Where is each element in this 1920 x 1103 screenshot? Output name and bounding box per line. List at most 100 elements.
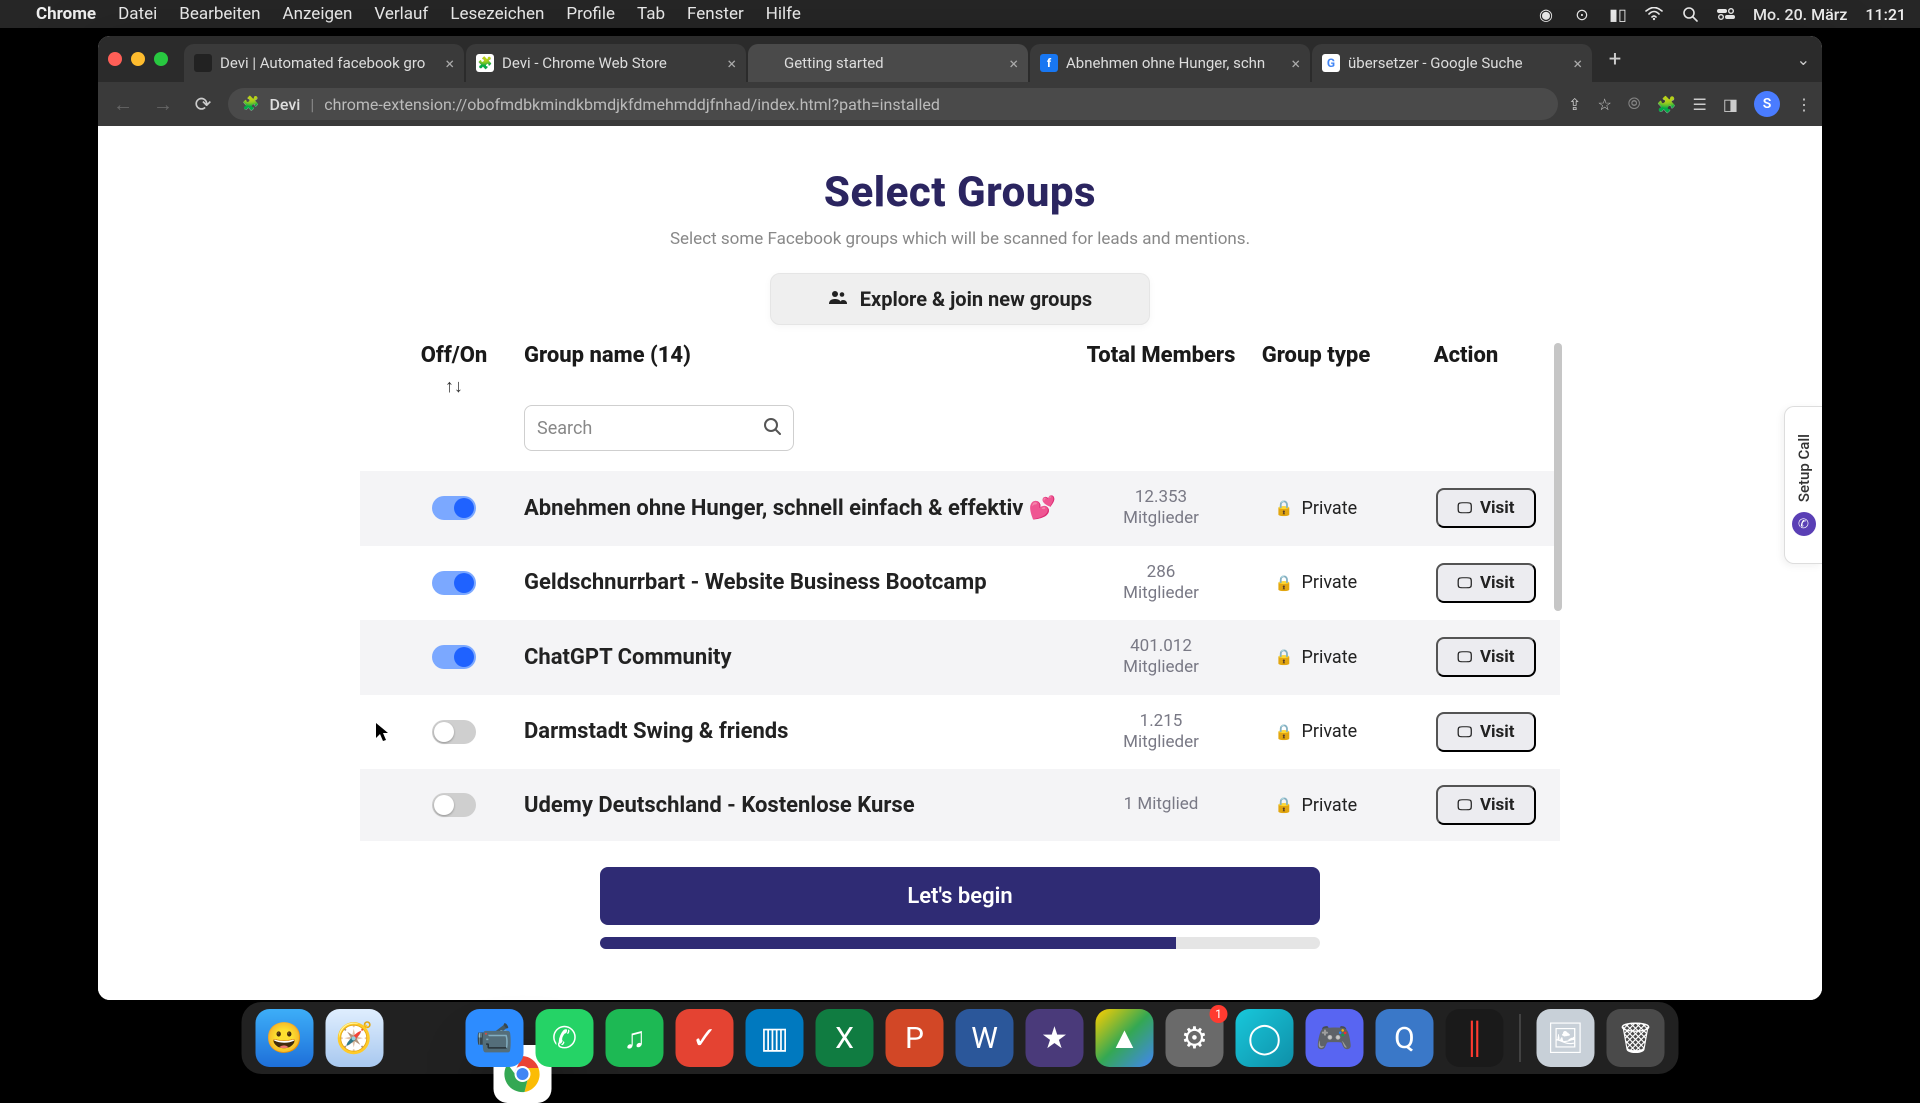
record-icon[interactable]: ◉ [1537,5,1555,23]
menu-item[interactable]: Hilfe [766,4,801,24]
tab-close-icon[interactable]: × [1291,54,1300,73]
dock-trash[interactable]: 🗑 [1607,1009,1665,1067]
dock-app-powerpoint[interactable]: P [886,1009,944,1067]
dock-separator [1520,1014,1521,1062]
toggle-switch[interactable] [432,793,476,817]
visit-button[interactable]: 🖵Visit [1436,563,1536,603]
group-type: 🔒Private [1236,498,1396,519]
vertical-scrollbar[interactable] [1554,343,1562,611]
visit-button[interactable]: 🖵Visit [1436,785,1536,825]
browser-tab[interactable]: Gübersetzer - Google Suche× [1312,44,1592,82]
control-center-icon[interactable] [1717,5,1735,23]
dock-app-siri[interactable]: ◯ [1236,1009,1294,1067]
setup-call-tab[interactable]: Setup Call ✆ [1784,406,1822,564]
dock-app-spotify[interactable]: ♫ [606,1009,664,1067]
menu-item[interactable]: Datei [118,4,157,24]
lock-icon: 🔒 [1275,574,1294,592]
dock-app-preview[interactable]: 🖼 [1537,1009,1595,1067]
members-count: 401.012Mitglieder [1086,636,1236,679]
minimize-window-button[interactable] [131,52,145,66]
chrome-menu-icon[interactable]: ⋮ [1796,95,1812,114]
explore-groups-button[interactable]: Explore & join new groups [770,273,1150,325]
menubar-date[interactable]: Mo. 20. März [1753,5,1847,24]
menubar-app-name[interactable]: Chrome [36,4,96,24]
search-input[interactable]: Search [524,405,794,451]
menu-item[interactable]: Lesezeichen [450,4,544,24]
menu-item[interactable]: Anzeigen [283,4,353,24]
tab-list-dropdown[interactable]: ⌄ [1797,50,1810,69]
sort-icon[interactable]: ↑↓ [384,376,524,397]
profile-avatar[interactable]: S [1754,91,1780,117]
search-icon[interactable] [763,416,781,440]
menu-item[interactable]: Verlauf [374,4,428,24]
close-window-button[interactable] [108,52,122,66]
lets-begin-button[interactable]: Let's begin [600,867,1320,925]
dock-app-settings[interactable]: ⚙1 [1166,1009,1224,1067]
monitor-icon: 🖵 [1457,574,1471,592]
dock-app-trello[interactable]: ▥ [746,1009,804,1067]
group-name: Udemy Deutschland - Kostenlose Kurse [524,793,1086,818]
dock-app-quicktime[interactable]: Q [1376,1009,1434,1067]
browser-tab-active[interactable]: Getting started× [748,44,1028,82]
menu-item[interactable]: Fenster [687,4,744,24]
dock-app-excel[interactable]: X [816,1009,874,1067]
tab-close-icon[interactable]: × [1009,54,1018,73]
table-row: ChatGPT Community 401.012Mitglieder 🔒Pri… [360,620,1560,695]
progress-bar [600,937,1320,949]
group-type: 🔒Private [1236,721,1396,742]
toggle-switch[interactable] [432,571,476,595]
menu-item[interactable]: Bearbeiten [179,4,260,24]
groups-table: Off/On ↑↓ Group name (14) Total Members … [360,343,1560,841]
dock-app-drive[interactable]: ▲ [1096,1009,1154,1067]
dock-app-zoom[interactable]: 📹 [466,1009,524,1067]
nav-forward-button[interactable]: → [148,89,178,119]
dock-app-todoist[interactable]: ✓ [676,1009,734,1067]
tab-close-icon[interactable]: × [445,54,454,73]
extensions-icon[interactable]: 🧩 [1657,95,1677,114]
group-name: Abnehmen ohne Hunger, schnell einfach & … [524,496,1086,521]
omnibox[interactable]: 🧩 Devi | chrome-extension://obofmdbkmind… [228,88,1558,120]
browser-tab[interactable]: f Abnehmen ohne Hunger, schn × [1030,44,1310,82]
bookmark-star-icon[interactable]: ☆ [1597,95,1611,114]
visit-button[interactable]: 🖵Visit [1436,488,1536,528]
maximize-window-button[interactable] [154,52,168,66]
tab-title: Abnehmen ohne Hunger, schn [1066,54,1285,72]
browser-tab[interactable]: Devi | Automated facebook gro× [184,44,464,82]
toggle-switch[interactable] [432,720,476,744]
menu-item[interactable]: Tab [637,4,665,24]
dock-app-whatsapp[interactable]: ✆ [536,1009,594,1067]
spotlight-icon[interactable] [1681,5,1699,23]
dock-app-safari[interactable]: 🧭 [326,1009,384,1067]
dock-app-finder[interactable]: 😀 [256,1009,314,1067]
dock-app-discord[interactable]: 🎮 [1306,1009,1364,1067]
tab-close-icon[interactable]: × [1573,54,1582,73]
phone-icon: ✆ [1792,512,1816,536]
extension-icon: 🧩 [242,96,259,112]
favicon-icon: f [1040,54,1058,72]
users-icon [828,289,848,310]
menu-item[interactable]: Profile [566,4,615,24]
visit-button[interactable]: 🖵Visit [1436,712,1536,752]
col-type: Group type [1236,343,1396,368]
browser-tab[interactable]: 🧩Devi - Chrome Web Store× [466,44,746,82]
reading-list-icon[interactable]: ☰ [1693,95,1707,114]
reload-button[interactable]: ⟳ [188,89,218,119]
playback-icon[interactable]: ⊙ [1573,5,1591,23]
macos-menubar: Chrome Datei Bearbeiten Anzeigen Verlauf… [0,0,1920,28]
menubar-time[interactable]: 11:21 [1865,5,1906,24]
tab-close-icon[interactable]: × [727,54,736,73]
dock-app-imovie[interactable]: ★ [1026,1009,1084,1067]
toggle-switch[interactable] [432,645,476,669]
translate-icon[interactable]: ⦾ [1628,94,1641,114]
visit-button[interactable]: 🖵Visit [1436,637,1536,677]
battery-icon[interactable]: ▮▯ [1609,5,1627,23]
dock-app-word[interactable]: W [956,1009,1014,1067]
wifi-icon[interactable] [1645,5,1663,23]
share-icon[interactable]: ⇪ [1568,95,1581,114]
side-panel-icon[interactable]: ◨ [1723,95,1738,114]
toggle-switch[interactable] [432,496,476,520]
dock-app-voicememos[interactable]: ║ [1446,1009,1504,1067]
new-tab-button[interactable]: + [1600,44,1630,74]
page-title: Select Groups [360,168,1560,217]
nav-back-button[interactable]: ← [108,89,138,119]
